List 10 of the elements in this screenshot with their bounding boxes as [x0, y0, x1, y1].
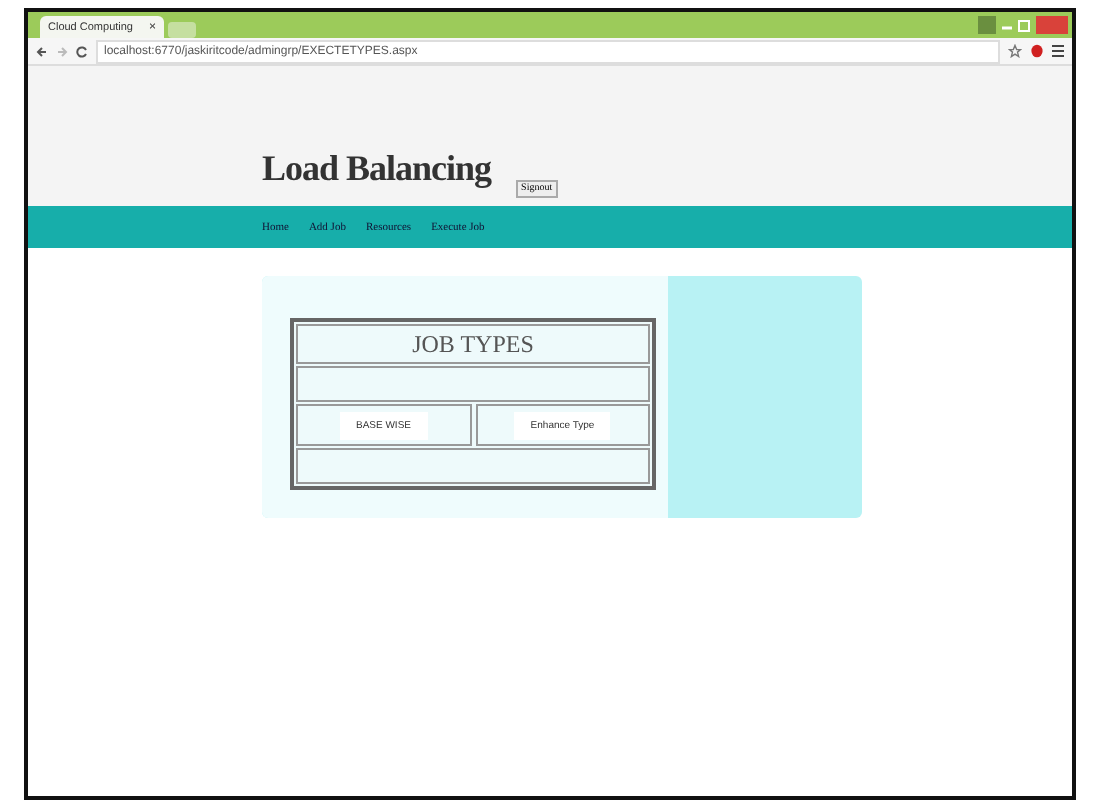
table-title: JOB TYPES [412, 329, 534, 359]
star-icon[interactable] [1008, 44, 1022, 58]
forward-icon[interactable] [56, 45, 68, 57]
restore-icon[interactable] [1018, 19, 1030, 31]
new-tab-button[interactable] [168, 22, 196, 38]
menu-icon[interactable] [1052, 44, 1064, 58]
back-icon[interactable] [36, 45, 48, 57]
extension-icon[interactable] [1030, 44, 1044, 58]
site-title: Load Balancing [262, 148, 492, 190]
reload-icon[interactable] [76, 45, 88, 57]
